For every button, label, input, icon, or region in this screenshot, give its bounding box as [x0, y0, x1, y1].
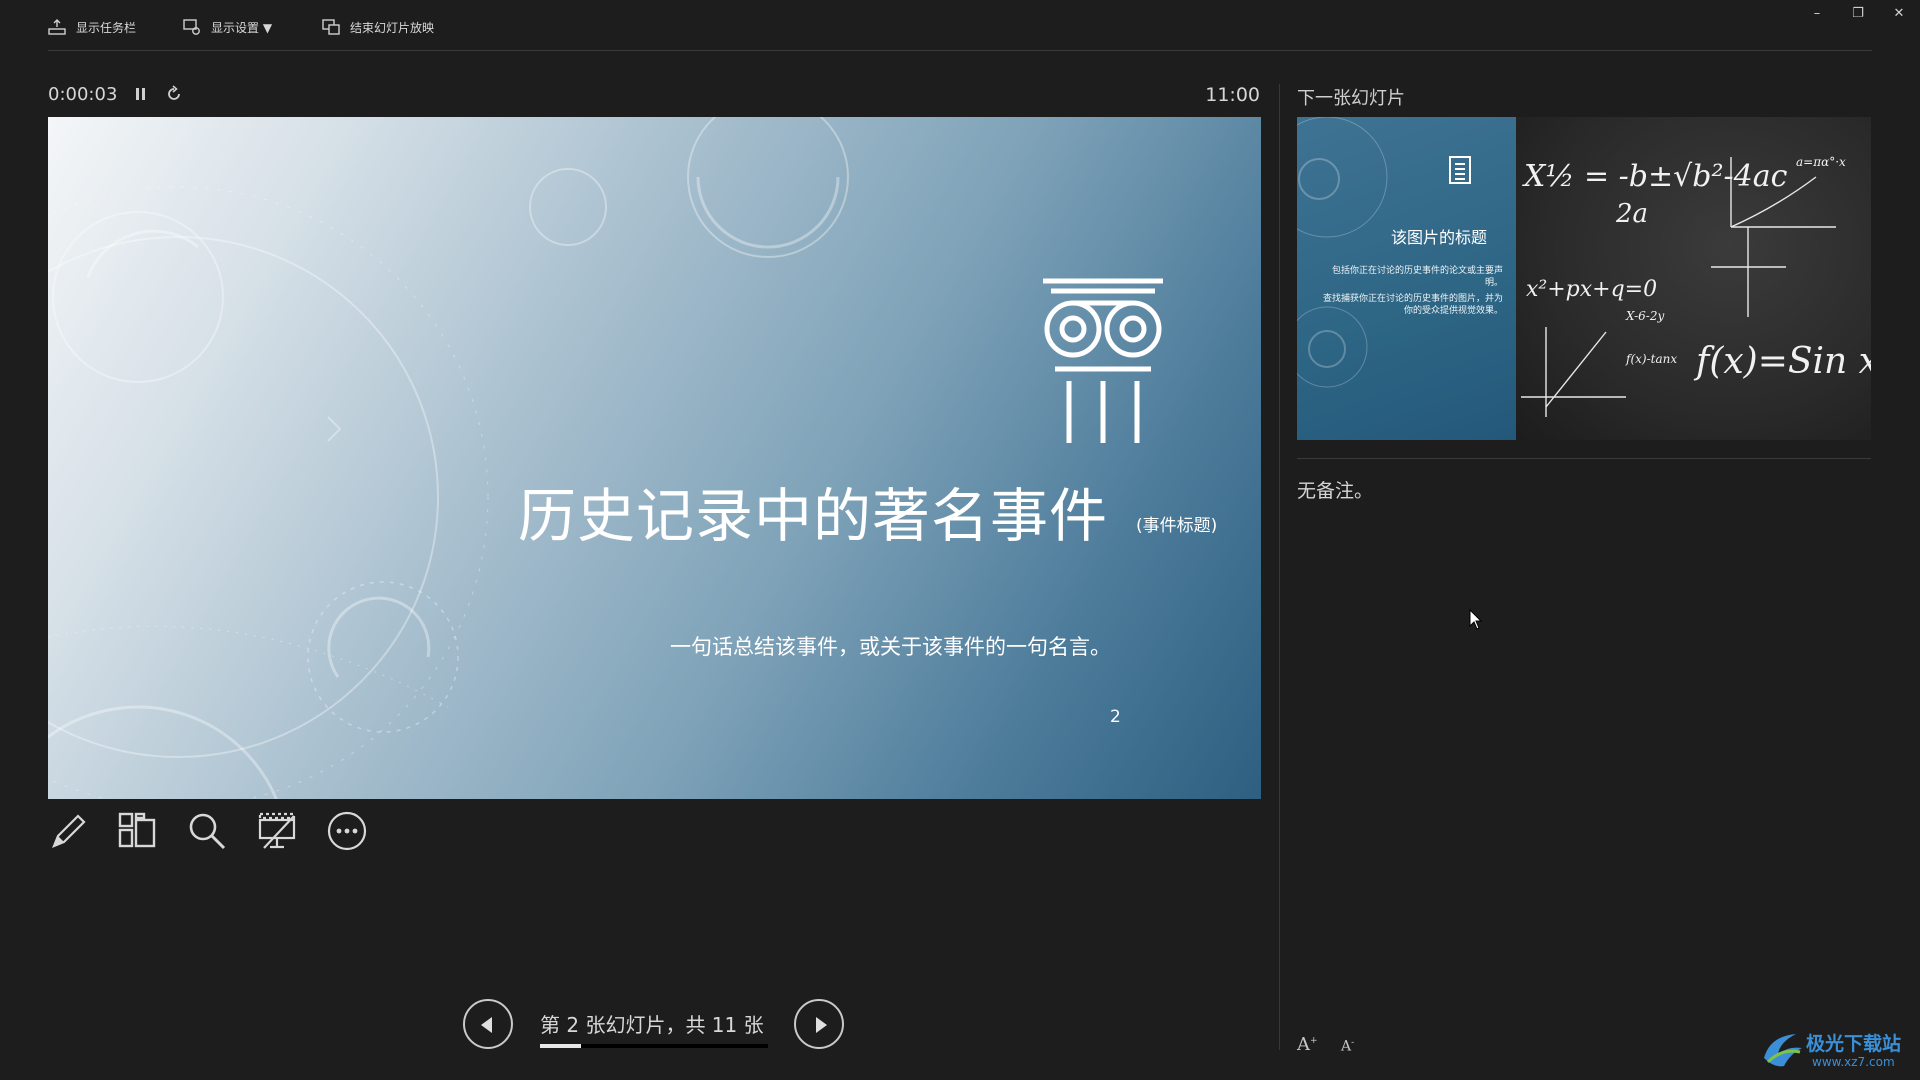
next-slide-text-panel: 该图片的标题 包括你正在讨论的历史事件的论文或主要声明。 查找捕获你正在讨论的历…	[1297, 117, 1516, 440]
elapsed-timer: 0:00:03	[48, 84, 118, 105]
taskbar-icon	[48, 19, 66, 35]
next-slide-button[interactable]	[794, 999, 844, 1049]
more-icon	[327, 811, 367, 851]
show-taskbar-button[interactable]: 显示任务栏	[48, 14, 136, 40]
previous-slide-button[interactable]	[463, 999, 513, 1049]
end-show-icon	[322, 19, 340, 35]
restore-button[interactable]: ❐	[1846, 6, 1870, 22]
document-icon	[1449, 156, 1471, 184]
end-slideshow-button[interactable]: 结束幻灯片放映	[322, 14, 434, 40]
zoom-button[interactable]	[186, 810, 228, 852]
black-screen-button[interactable]	[256, 810, 298, 852]
next-slide-divider	[1297, 458, 1871, 459]
watermark: 极光下载站 www.xz7.com	[1760, 1028, 1910, 1074]
pen-tool-button[interactable]	[48, 810, 90, 852]
zoom-icon	[189, 813, 226, 850]
pen-icon	[52, 814, 86, 848]
slide-page-number: 2	[1110, 707, 1121, 727]
increase-font-label: A	[1297, 1034, 1310, 1055]
next-slide-body-2: 查找捕获你正在讨论的历史事件的图片，并为你的受众提供视觉效果。	[1322, 294, 1503, 316]
clock: 11:00	[1205, 84, 1260, 106]
current-slide[interactable]: 历史记录中的著名事件 (事件标题) 一句话总结该事件，或关于该事件的一句名言。 …	[48, 117, 1261, 799]
pause-icon[interactable]	[134, 86, 148, 102]
see-all-slides-button[interactable]	[116, 810, 158, 852]
slide-progress-track	[540, 1044, 768, 1048]
display-settings-icon	[183, 19, 200, 35]
screen-toggle-icon	[258, 812, 296, 849]
slide-title-suffix: (事件标题)	[1136, 516, 1218, 536]
next-slide-body-1: 包括你正在讨论的历史事件的论文或主要声明。	[1331, 266, 1503, 288]
pane-divider[interactable]	[1279, 84, 1280, 1050]
chalkboard-image: X½ = -b±√b²-4ac 2a x²+px+q=0 f(x)=Sin x …	[1516, 117, 1871, 440]
display-settings-label: 显示设置 ▼	[211, 20, 273, 35]
toolbar-divider	[48, 50, 1872, 51]
speaker-notes[interactable]: 无备注。	[1297, 476, 1373, 503]
column-pillar-icon	[1043, 278, 1163, 443]
next-slide-label: 下一张幻灯片	[1297, 88, 1405, 109]
slide-subtitle: 一句话总结该事件，或关于该事件的一句名言。	[670, 635, 1111, 659]
next-slide-body: 包括你正在讨论的历史事件的论文或主要声明。 查找捕获你正在讨论的历史事件的图片，…	[1317, 265, 1503, 317]
show-taskbar-label: 显示任务栏	[76, 20, 137, 35]
close-button[interactable]: ✕	[1887, 6, 1911, 22]
next-slide-title: 该图片的标题	[1391, 228, 1488, 247]
slide-background-decoration	[48, 117, 849, 799]
next-slide-thumbnail[interactable]: 该图片的标题 包括你正在讨论的历史事件的论文或主要声明。 查找捕获你正在讨论的历…	[1297, 117, 1871, 440]
slide-counter[interactable]: 第 2 张幻灯片，共 11 张	[540, 1009, 764, 1038]
decrease-font-button[interactable]: A-	[1341, 1038, 1354, 1060]
slide-title: 历史记录中的著名事件	[518, 482, 1109, 550]
chalk-graphs	[1521, 157, 1836, 417]
watermark-brand: 极光下载站	[1806, 1033, 1902, 1055]
mouse-cursor-icon	[1469, 609, 1483, 630]
presenter-toolbar: 显示任务栏 显示设置 ▼ 结束幻灯片放映 – ❐ ✕	[0, 0, 1920, 52]
decrease-font-label: A	[1341, 1038, 1352, 1055]
watermark-url: www.xz7.com	[1812, 1055, 1895, 1069]
minimize-button[interactable]: –	[1805, 6, 1829, 22]
restart-icon[interactable]	[165, 85, 183, 103]
display-settings-button[interactable]: 显示设置 ▼	[183, 14, 272, 40]
slide-progress-fill	[540, 1044, 582, 1048]
watermark-logo-icon	[1764, 1034, 1802, 1067]
increase-font-button[interactable]: A+	[1297, 1034, 1318, 1056]
end-slideshow-label: 结束幻灯片放映	[350, 20, 435, 35]
more-options-button[interactable]	[326, 810, 368, 852]
slides-grid-icon	[118, 812, 156, 848]
